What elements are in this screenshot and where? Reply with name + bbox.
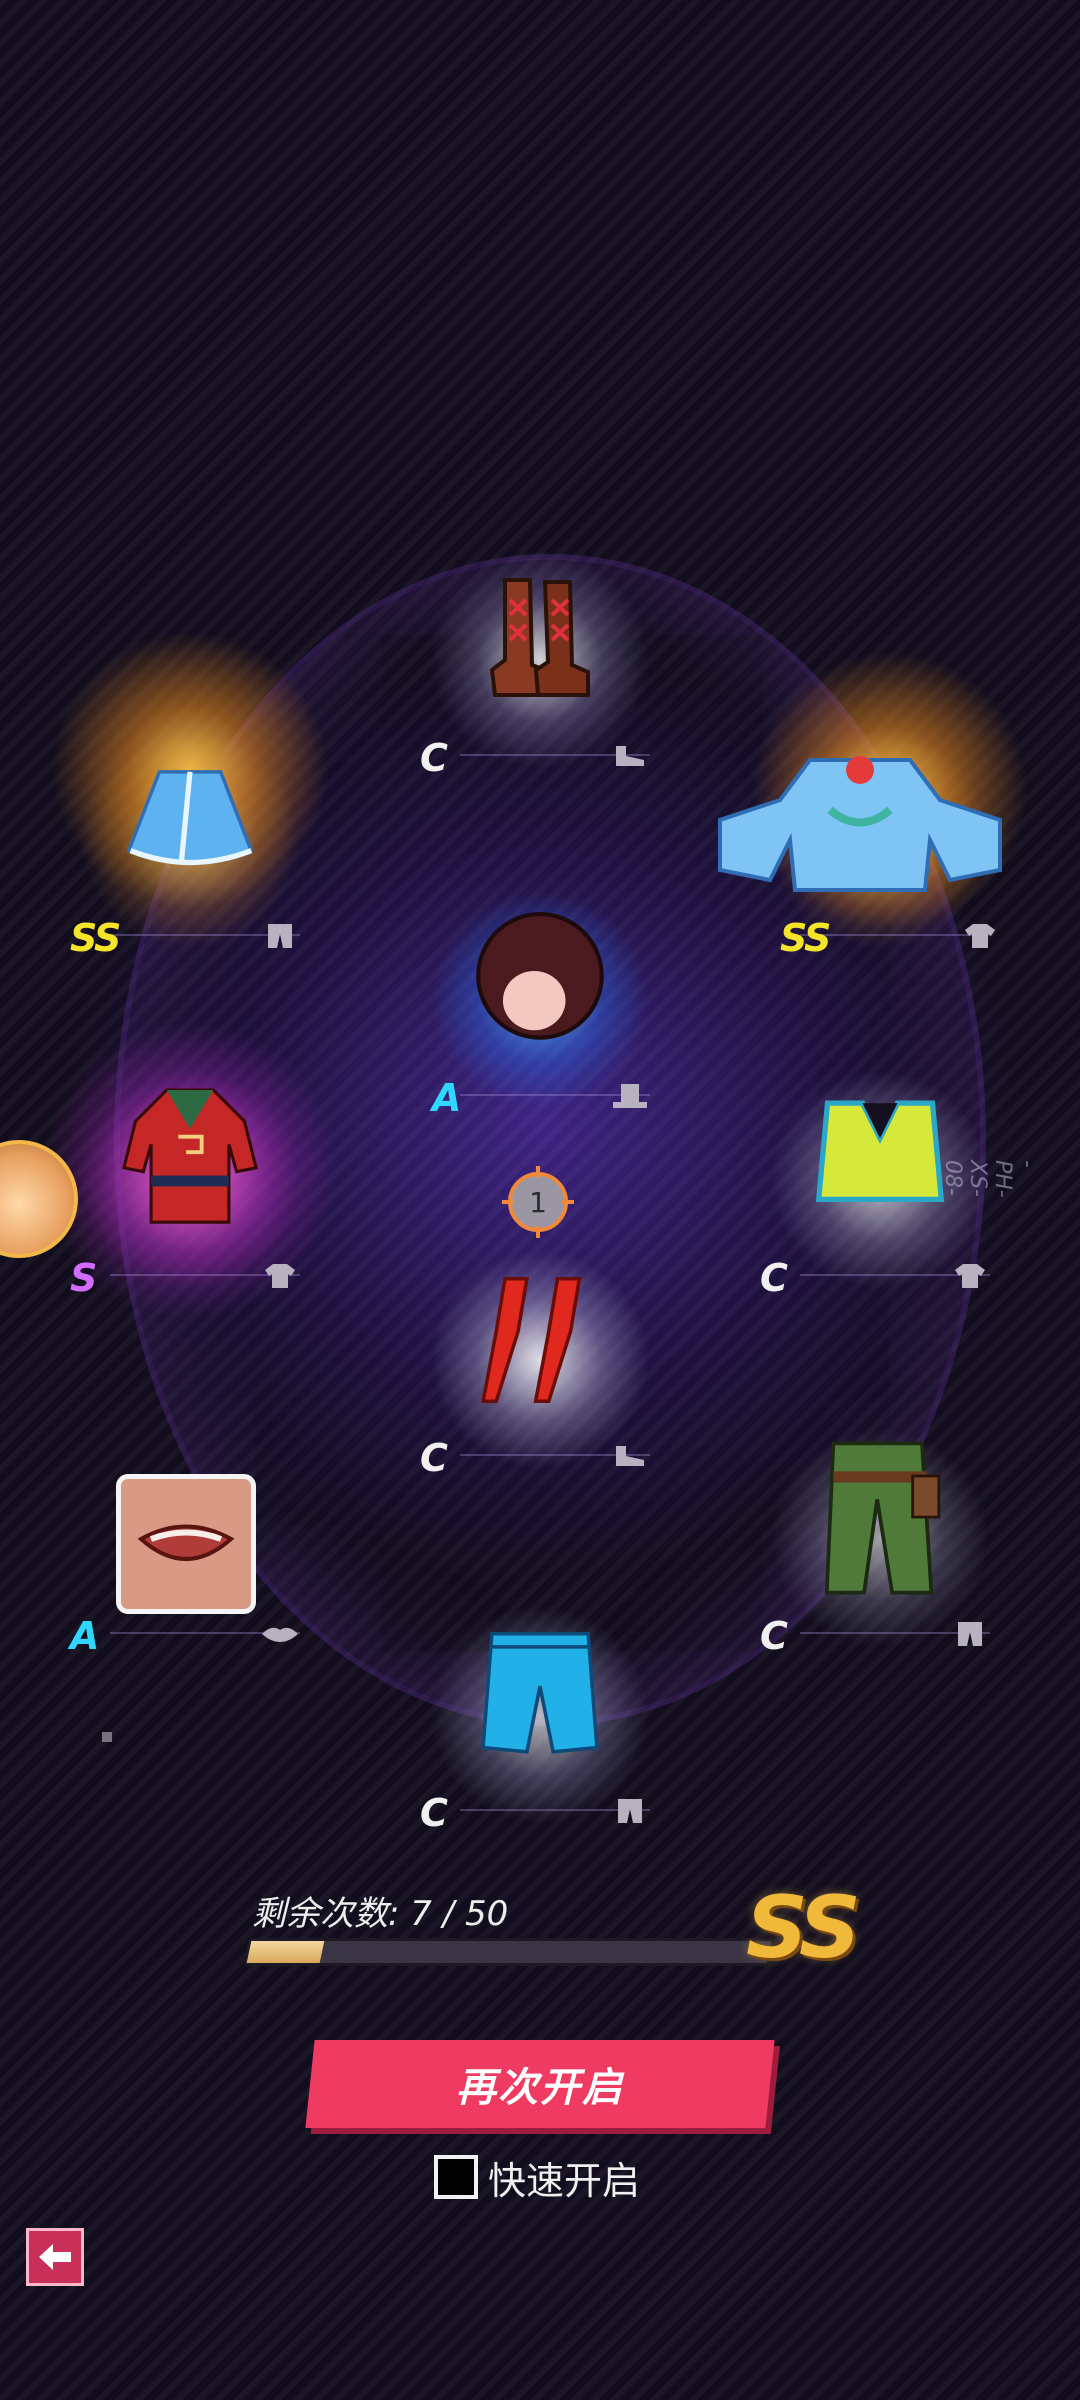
progress-track — [243, 1938, 775, 1966]
rank-label: A — [70, 1614, 99, 1658]
prize-slot-blue-skirt[interactable]: SS — [70, 720, 310, 960]
cargo-pants-icon — [810, 1441, 950, 1595]
prize-slot-blue-jacket[interactable]: SS — [718, 720, 1002, 960]
lips-icon — [260, 1618, 300, 1650]
prize-slot-red-heels[interactable]: C — [420, 1240, 660, 1480]
jacket-icon — [710, 750, 1010, 892]
heels-icon — [470, 1270, 610, 1410]
prize-slot-hair[interactable]: A — [420, 880, 660, 1120]
hair-icon — [470, 910, 610, 1050]
hat-icon — [610, 1080, 650, 1112]
prize-slot-blue-shorts[interactable]: C — [420, 1595, 660, 1835]
shorts-icon — [470, 1625, 610, 1765]
rank-label: C — [420, 1436, 448, 1480]
back-button[interactable] — [26, 2228, 84, 2286]
prize-slot-mouth[interactable]: A — [70, 1418, 310, 1658]
pants-icon — [260, 920, 300, 952]
goal-rank-badge: SS — [746, 1878, 861, 1978]
prize-slot-boots[interactable]: C — [420, 540, 660, 780]
outfit-icon — [120, 1088, 260, 1230]
mouth-icon — [116, 1474, 256, 1614]
prize-slot-green-cargo[interactable]: C — [760, 1418, 1000, 1658]
skirt-icon — [120, 750, 260, 890]
side-tag: -PH-XS-08- — [940, 1160, 1040, 1198]
rank-label: C — [420, 736, 448, 780]
rank-label: S — [70, 1256, 97, 1300]
quick-open-checkbox[interactable] — [434, 2155, 478, 2199]
shirt-icon — [260, 1260, 300, 1292]
pants-icon — [950, 1618, 990, 1650]
rank-label: SS — [780, 916, 831, 960]
quick-open-label: 快速开启 — [488, 2158, 641, 2203]
reopen-button[interactable]: 再次开启 — [305, 2040, 775, 2128]
prize-slot-red-outfit[interactable]: S — [70, 1060, 310, 1300]
arrow-left-icon — [39, 2244, 71, 2270]
shirt-icon — [960, 920, 1000, 952]
target-number: 1 — [529, 1186, 547, 1219]
shoe-icon — [610, 1440, 650, 1472]
shirt-icon — [950, 1260, 990, 1292]
pants-icon — [610, 1795, 650, 1827]
boots-icon — [470, 570, 610, 710]
reopen-label: 再次开启 — [456, 2065, 624, 2111]
shoe-icon — [610, 740, 650, 772]
progress-fill — [246, 1941, 325, 1963]
remaining-label: 剩余次数: 7 / 50 — [252, 1894, 509, 1934]
rank-label: SS — [70, 916, 121, 960]
decor-square — [102, 1732, 112, 1742]
rank-label: C — [760, 1614, 788, 1658]
rank-label: C — [760, 1256, 788, 1300]
quick-open-toggle[interactable]: 快速开启 — [434, 2152, 641, 2203]
rank-label: C — [420, 1791, 448, 1835]
target-marker: 1 — [502, 1166, 574, 1238]
rank-label: A — [432, 1076, 461, 1120]
bra-icon — [810, 1090, 950, 1230]
